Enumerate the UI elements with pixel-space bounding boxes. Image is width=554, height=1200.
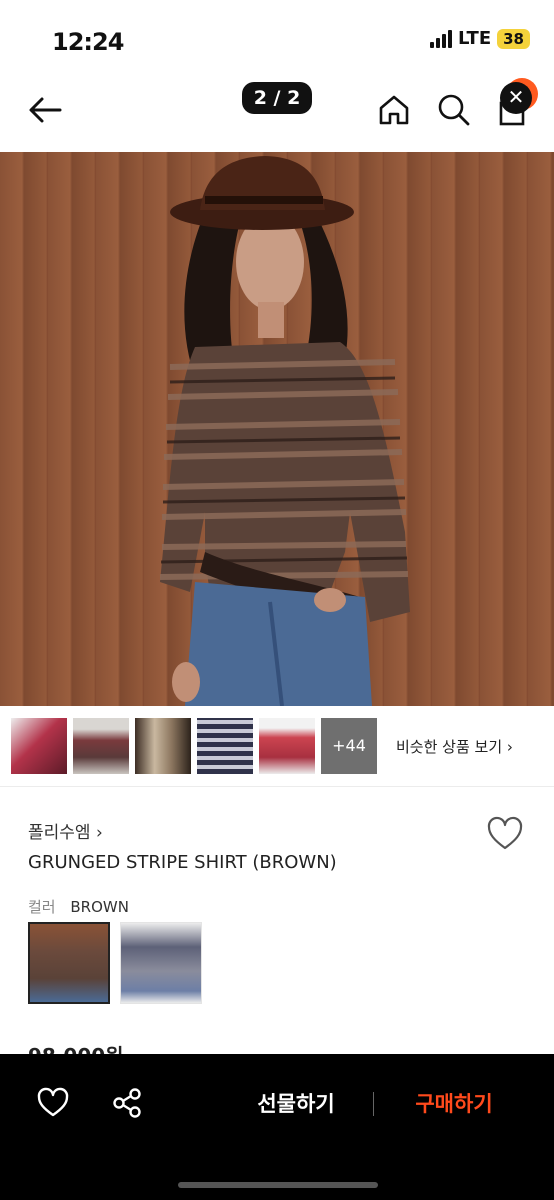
status-time: 12:24 (52, 28, 124, 56)
gallery-thumbnail[interactable] (73, 718, 129, 774)
signal-icon (430, 29, 453, 48)
battery-badge: 38 (497, 28, 530, 49)
home-indicator (178, 1182, 378, 1188)
color-swatch-brown[interactable] (28, 922, 110, 1004)
gallery-thumbnail[interactable] (259, 718, 315, 774)
back-button[interactable] (26, 90, 66, 130)
more-images-button[interactable]: +44 (321, 718, 377, 774)
status-indicators: LTE 38 (430, 28, 530, 49)
back-arrow-icon (29, 97, 62, 123)
color-swatch-alt[interactable] (120, 922, 202, 1004)
buy-button[interactable]: 구매하기 (396, 1088, 512, 1118)
search-button[interactable] (436, 92, 472, 128)
heart-outline-icon (487, 816, 523, 850)
model-photo-illustration (159, 156, 410, 706)
heart-icon (37, 1087, 69, 1117)
color-row: 컬러 BROWN (28, 896, 129, 917)
bottom-wishlist-button[interactable] (36, 1086, 70, 1120)
top-nav: 2 / 2 ✕ (0, 70, 554, 150)
product-name: GRUNGED STRIPE SHIRT (BROWN) (28, 852, 337, 873)
share-button[interactable] (110, 1086, 144, 1120)
product-main-image[interactable] (0, 152, 554, 706)
gallery-thumbnail[interactable] (135, 718, 191, 774)
section-divider (0, 786, 554, 787)
gallery-thumbnail[interactable] (197, 718, 253, 774)
search-icon (438, 94, 470, 126)
wishlist-button[interactable] (486, 816, 524, 852)
home-icon (379, 95, 409, 125)
network-label: LTE (458, 28, 492, 49)
home-button[interactable] (376, 92, 412, 128)
thumbnail-strip: +44 비슷한 상품 보기 › (0, 716, 554, 776)
color-value: BROWN (70, 898, 129, 916)
similar-products-link[interactable]: 비슷한 상품 보기 › (396, 736, 513, 757)
color-label: 컬러 (28, 898, 56, 916)
image-page-counter: 2 / 2 (242, 82, 312, 114)
close-overlay-button[interactable]: ✕ (500, 82, 532, 114)
bottom-action-bar: 선물하기 구매하기 (0, 1054, 554, 1200)
brand-link[interactable]: 폴리수엠 › (28, 818, 103, 843)
status-bar: 12:24 LTE 38 (0, 0, 554, 70)
share-icon (113, 1088, 141, 1118)
action-separator (373, 1092, 374, 1116)
gallery-thumbnail[interactable] (11, 718, 67, 774)
gift-button[interactable]: 선물하기 (236, 1088, 356, 1118)
